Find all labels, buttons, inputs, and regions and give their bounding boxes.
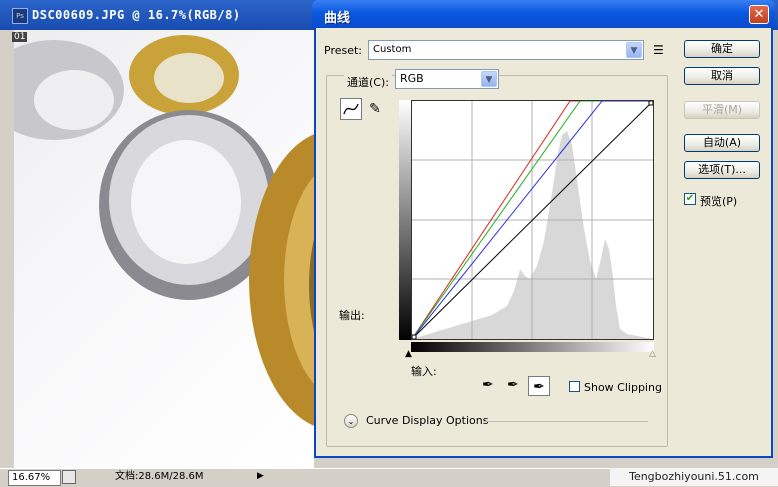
- channel-select[interactable]: RGB ▼: [395, 69, 499, 89]
- chevron-down-icon[interactable]: ▼: [626, 42, 642, 58]
- photo-rings-image: [14, 35, 314, 426]
- show-clipping-label: Show Clipping: [584, 381, 662, 394]
- white-eyedropper-icon[interactable]: ✒: [528, 376, 550, 396]
- chevron-down-icon[interactable]: ▼: [481, 71, 497, 87]
- document-title: DSC00609.JPG @ 16.7%(RGB/8): [32, 8, 241, 22]
- ok-button[interactable]: 确定: [684, 40, 760, 58]
- cancel-button[interactable]: 取消: [684, 67, 760, 85]
- expand-chevron-icon[interactable]: ⌄: [344, 414, 358, 428]
- divider: [484, 421, 648, 422]
- preset-label: Preset:: [324, 44, 363, 57]
- preset-options-icon[interactable]: ☰: [653, 43, 664, 57]
- black-point-handle[interactable]: [411, 334, 417, 340]
- zoom-field[interactable]: 16.67%: [8, 470, 61, 486]
- white-point-handle[interactable]: [648, 100, 654, 106]
- options-button[interactable]: 选项(T)...: [684, 161, 760, 179]
- document-status-bar: [0, 468, 610, 487]
- channel-label: 通道(C):: [344, 74, 392, 90]
- white-input-slider[interactable]: △: [649, 349, 656, 359]
- close-button[interactable]: ✕: [749, 5, 769, 24]
- layer-label-01: 01: [12, 32, 28, 42]
- channel-value: RGB: [400, 72, 424, 85]
- dialog-titlebar[interactable]: [312, 0, 775, 28]
- input-label: 输入:: [411, 365, 437, 378]
- gray-eyedropper-icon[interactable]: ✒: [507, 377, 519, 393]
- dialog-title: 曲线: [324, 11, 351, 26]
- status-arrow-icon[interactable]: ▶: [257, 471, 264, 481]
- document-size: 文档:28.6M/28.6M: [115, 471, 204, 482]
- input-gradient-bar: [411, 342, 654, 352]
- curve-display-options-label: Curve Display Options: [366, 414, 489, 427]
- document-left-strip: [0, 30, 14, 468]
- black-eyedropper-icon[interactable]: ✒: [482, 377, 494, 393]
- preview-label: 预览(P): [700, 195, 738, 208]
- pencil-icon[interactable]: ✎: [365, 98, 385, 120]
- curves-graph[interactable]: [411, 100, 654, 340]
- watermark: Tengbozhiyouni.51.com: [610, 468, 778, 486]
- curve-tool-icon[interactable]: [340, 98, 362, 120]
- document-canvas[interactable]: [14, 30, 314, 468]
- show-clipping-checkbox[interactable]: [569, 381, 580, 392]
- output-gradient-bar: [399, 100, 411, 340]
- black-input-slider[interactable]: ▲: [405, 349, 412, 359]
- smooth-button[interactable]: 平滑(M): [684, 101, 760, 119]
- status-menu-icon[interactable]: [62, 470, 76, 484]
- preset-select[interactable]: Custom ▼: [368, 40, 644, 60]
- auto-button[interactable]: 自动(A): [684, 134, 760, 152]
- preview-checkbox[interactable]: ✔: [684, 193, 696, 205]
- photoshop-icon: Ps: [12, 8, 28, 24]
- output-label: 输出:: [339, 309, 365, 322]
- preset-value: Custom: [373, 44, 412, 55]
